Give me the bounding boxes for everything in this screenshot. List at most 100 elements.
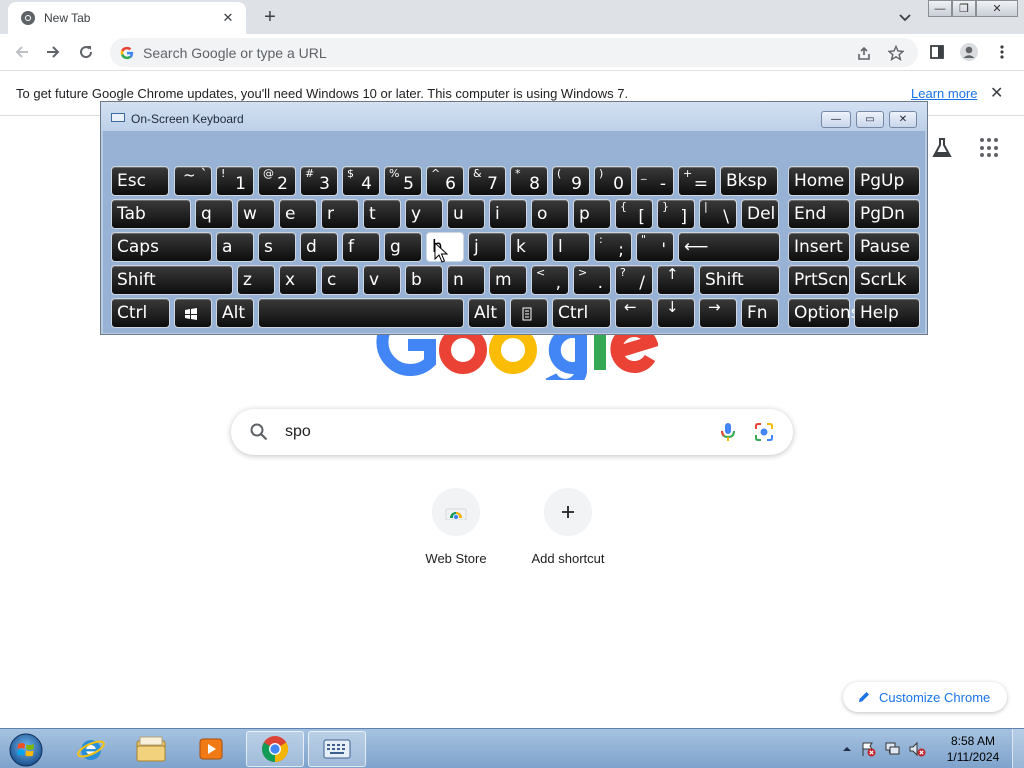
taskbar-on-screen-keyboard[interactable]: [308, 731, 366, 767]
key-symbol-3-10[interactable]: ? /: [615, 265, 653, 295]
key-f[interactable]: f: [342, 232, 380, 262]
osk-close-button[interactable]: ✕: [889, 111, 917, 128]
osk-maximize-button[interactable]: ▭: [856, 111, 884, 128]
show-hidden-icons-icon[interactable]: [842, 744, 852, 754]
key-tab[interactable]: Tab: [111, 199, 191, 229]
key-end[interactable]: End: [788, 199, 850, 229]
key-shift[interactable]: Shift: [699, 265, 780, 295]
key-3[interactable]: #3: [300, 166, 338, 196]
key-c[interactable]: c: [321, 265, 359, 295]
key-a[interactable]: a: [216, 232, 254, 262]
google-lens-camera-icon[interactable]: [753, 421, 775, 443]
tab-new-tab[interactable]: New Tab ✕: [8, 2, 246, 34]
key-n[interactable]: n: [447, 265, 485, 295]
key-symbol-0-12[interactable]: _ -: [636, 166, 674, 196]
minimize-window-button[interactable]: —: [928, 0, 952, 17]
key-esc[interactable]: Esc: [111, 166, 169, 196]
key-symbol-2-10[interactable]: :;: [594, 232, 632, 262]
osk-titlebar[interactable]: On-Screen Keyboard — ▭ ✕: [101, 102, 927, 131]
key-windows-key[interactable]: [174, 298, 212, 328]
key-ctrl[interactable]: Ctrl: [111, 298, 170, 328]
key-pgup[interactable]: PgUp: [854, 166, 920, 196]
key-symbol-2-12[interactable]: ⟵: [678, 232, 780, 262]
key-y[interactable]: y: [405, 199, 443, 229]
taskbar-chrome[interactable]: [246, 731, 304, 767]
volume-muted-icon[interactable]: [908, 741, 926, 757]
key-0[interactable]: ) 0: [594, 166, 632, 196]
key-alt[interactable]: Alt: [468, 298, 506, 328]
key-caps[interactable]: Caps: [111, 232, 212, 262]
omnibox[interactable]: Search Google or type a URL: [110, 38, 918, 67]
key-symbol-0-13[interactable]: + =: [678, 166, 716, 196]
key-z[interactable]: z: [237, 265, 275, 295]
show-desktop-button[interactable]: [1012, 729, 1024, 768]
key-g[interactable]: g: [384, 232, 422, 262]
key-symbol-4-8[interactable]: ↓: [657, 298, 695, 328]
labs-flask-icon[interactable]: [930, 136, 954, 160]
new-tab-button[interactable]: +: [258, 6, 282, 28]
key-6[interactable]: ^ 6: [426, 166, 464, 196]
key-t[interactable]: t: [363, 199, 401, 229]
microphone-icon[interactable]: [717, 421, 739, 443]
key-o[interactable]: o: [531, 199, 569, 229]
key-scrlk[interactable]: ScrLk: [854, 265, 920, 295]
key-bksp[interactable]: Bksp: [720, 166, 778, 196]
key-options[interactable]: Options: [788, 298, 860, 328]
key-home[interactable]: Home: [788, 166, 850, 196]
key-q[interactable]: q: [195, 199, 233, 229]
key-symbol-1-12[interactable]: }]: [657, 199, 695, 229]
key-symbol-4-9[interactable]: →: [699, 298, 737, 328]
key-2[interactable]: @2: [258, 166, 296, 196]
key-m[interactable]: m: [489, 265, 527, 295]
key-p[interactable]: p: [573, 199, 611, 229]
key-symbol-2-11[interactable]: " ': [636, 232, 674, 262]
bookmark-star-icon[interactable]: [886, 43, 906, 63]
taskbar-clock[interactable]: 8:58 AM 1/11/2024: [944, 733, 1002, 765]
tab-search-button[interactable]: [893, 8, 917, 28]
network-icon[interactable]: [884, 741, 900, 757]
google-apps-icon[interactable]: [980, 138, 1000, 158]
key-symbol-3-9[interactable]: >.: [573, 265, 611, 295]
key-9[interactable]: (9: [552, 166, 590, 196]
key-e[interactable]: e: [279, 199, 317, 229]
key-prtscn[interactable]: PrtScn: [788, 265, 850, 295]
restore-window-button[interactable]: ❐: [952, 0, 976, 17]
windows-start-button[interactable]: [8, 732, 44, 768]
forward-button[interactable]: [41, 40, 65, 64]
key-del[interactable]: Del: [741, 199, 779, 229]
key-fn[interactable]: Fn: [741, 298, 779, 328]
share-icon[interactable]: [854, 43, 874, 63]
key-r[interactable]: r: [321, 199, 359, 229]
close-window-button[interactable]: ✕: [976, 0, 1018, 17]
key-alt[interactable]: Alt: [216, 298, 254, 328]
key-symbol-0-1[interactable]: ~ `: [174, 166, 212, 196]
key-insert[interactable]: Insert: [788, 232, 850, 262]
key-symbol-3-8[interactable]: <,: [531, 265, 569, 295]
key-1[interactable]: ! 1: [216, 166, 254, 196]
ntp-search-box[interactable]: spo: [231, 409, 793, 455]
side-panel-button[interactable]: [925, 40, 949, 64]
key-b[interactable]: b: [405, 265, 443, 295]
key-5[interactable]: % 5: [384, 166, 422, 196]
key-s[interactable]: s: [258, 232, 296, 262]
back-button[interactable]: [10, 40, 34, 64]
action-center-flag-icon[interactable]: [860, 741, 876, 757]
profile-button[interactable]: [957, 40, 981, 64]
key-x[interactable]: x: [279, 265, 317, 295]
infobar-close-icon[interactable]: ✕: [990, 83, 1003, 103]
taskbar-internet-explorer[interactable]: [62, 731, 120, 767]
shortcut-add[interactable]: Add shortcut: [512, 488, 624, 566]
customize-chrome-button[interactable]: Customize Chrome: [843, 682, 1007, 712]
key-8[interactable]: * 8: [510, 166, 548, 196]
tab-close-icon[interactable]: ✕: [220, 10, 236, 26]
shortcut-web-store[interactable]: Web Store: [400, 488, 512, 566]
key-menu-key[interactable]: [510, 298, 548, 328]
key-u[interactable]: u: [447, 199, 485, 229]
key-symbol-4-7[interactable]: ←: [615, 298, 653, 328]
key-i[interactable]: i: [489, 199, 527, 229]
key-pgdn[interactable]: PgDn: [854, 199, 920, 229]
osk-minimize-button[interactable]: —: [821, 111, 851, 128]
key-d[interactable]: d: [300, 232, 338, 262]
key-k[interactable]: k: [510, 232, 548, 262]
key-space[interactable]: [258, 298, 464, 328]
